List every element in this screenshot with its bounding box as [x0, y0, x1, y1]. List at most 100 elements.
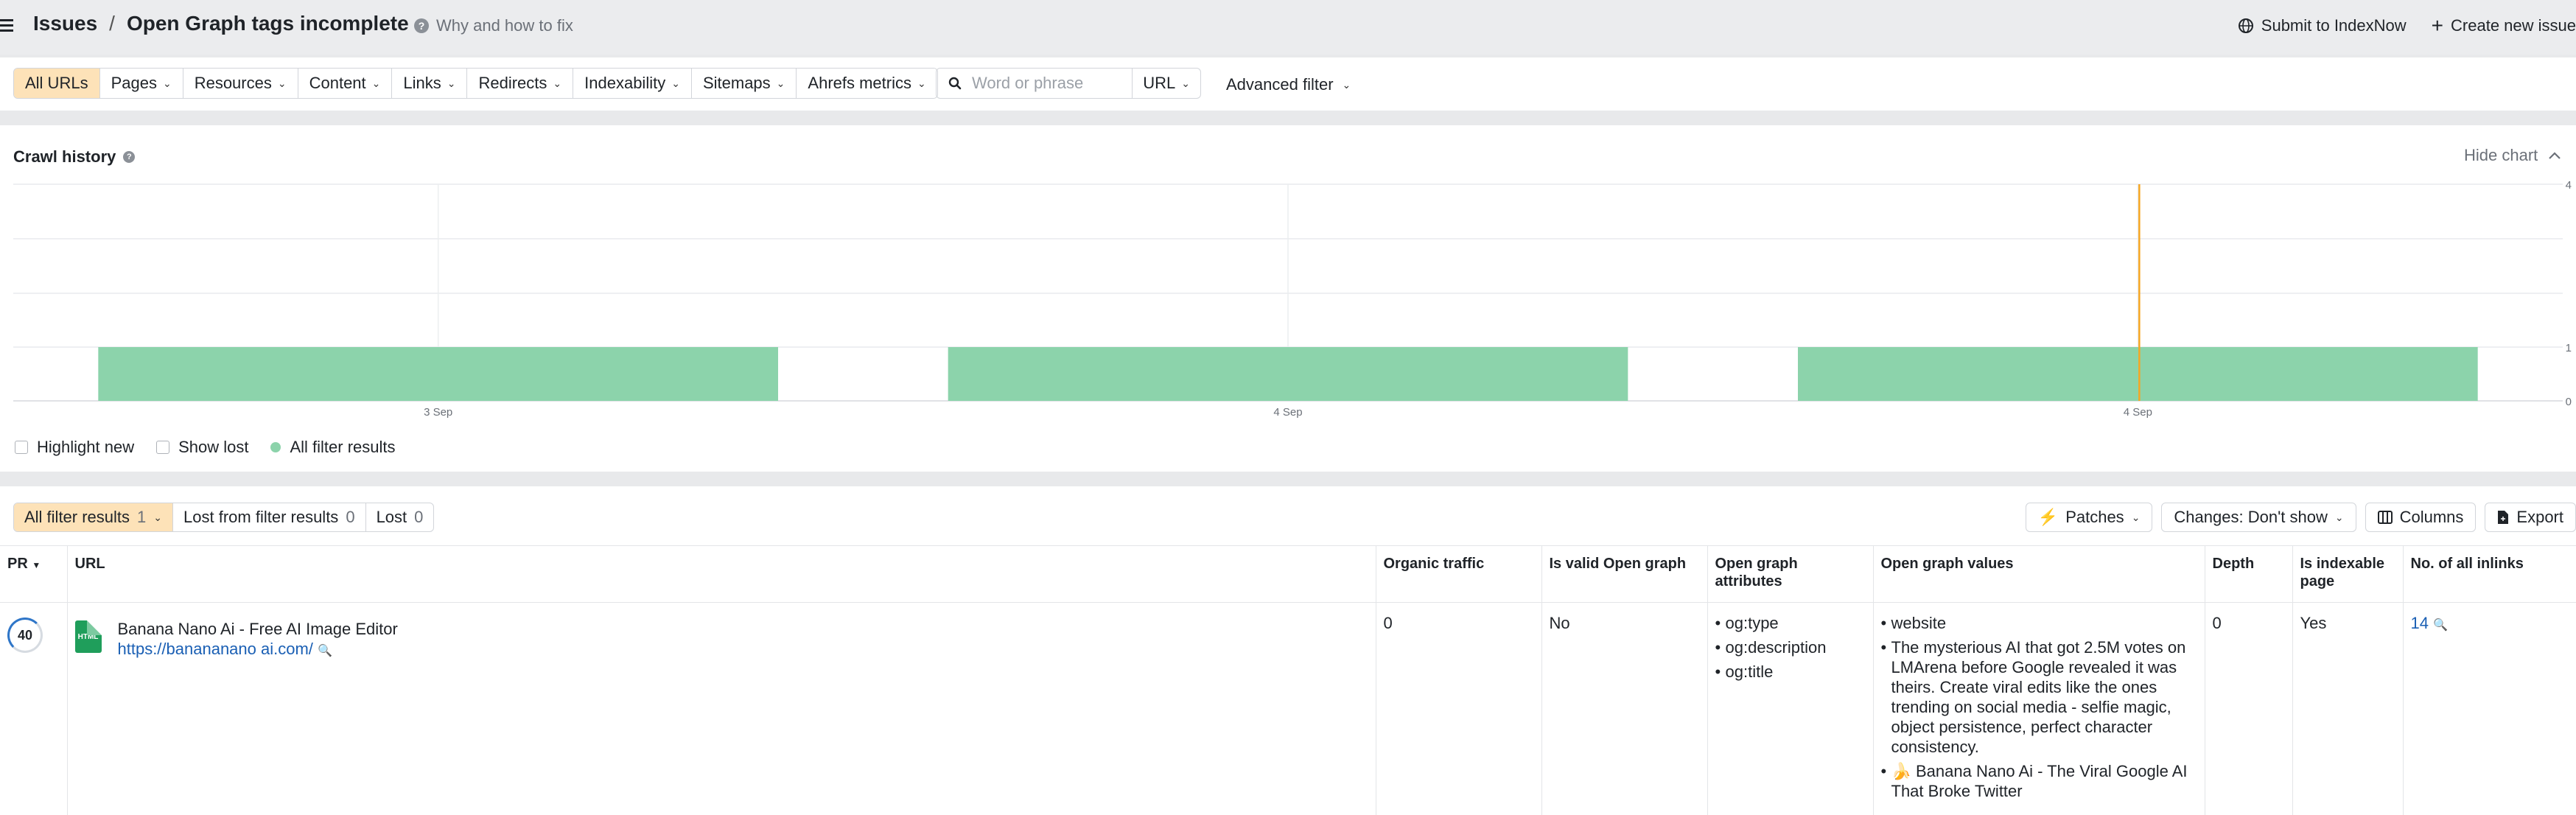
- show-lost-toggle[interactable]: Show lost: [156, 438, 248, 457]
- create-new-issue-button[interactable]: + Create new issue: [2431, 14, 2576, 37]
- columns-label: Columns: [2399, 508, 2464, 526]
- highlight-new-label: Highlight new: [37, 438, 135, 456]
- filter-content[interactable]: Content ⌄: [297, 69, 392, 98]
- filter-redirects[interactable]: Redirects ⌄: [466, 69, 573, 98]
- column-header-depth[interactable]: Depth: [2205, 545, 2293, 603]
- column-header-inlinks[interactable]: No. of all inlinks: [2403, 545, 2576, 603]
- filter-ahrefs-metrics[interactable]: Ahrefs metrics ⌄: [796, 69, 937, 98]
- patches-label: Patches: [2065, 508, 2124, 526]
- changes-label: Changes: Don't show: [2174, 508, 2328, 526]
- search-scope-select[interactable]: URL ⌄: [1133, 69, 1200, 98]
- show-lost-label: Show lost: [178, 438, 249, 456]
- url-cell: HTML Banana Nano Ai - Free AI Image Edit…: [67, 602, 1376, 815]
- filter-sitemaps[interactable]: Sitemaps ⌄: [690, 69, 797, 98]
- page-title-text: Banana Nano Ai - Free AI Image Editor: [117, 620, 398, 638]
- filter-all-urls[interactable]: All URLs: [14, 69, 99, 98]
- checkbox[interactable]: [15, 441, 28, 454]
- why-and-how-label: Why and how to fix: [436, 16, 573, 35]
- filter-label: Ahrefs metrics: [808, 74, 911, 92]
- results-table: PR ▼ URL Organic traffic Is valid Open g…: [0, 545, 2576, 815]
- x-tick-label: 3 Sep: [424, 406, 452, 419]
- crawl-history-panel: Crawl history ? Hide chart 3 Sep 4 Sep 4 S…: [0, 125, 2576, 472]
- plus-icon: +: [2431, 14, 2444, 37]
- legend-all-filter-results[interactable]: All filter results: [270, 438, 396, 457]
- list-item: 🍌 Banana Nano Ai - The Viral Google AI T…: [1881, 761, 2197, 801]
- highlight-new-toggle[interactable]: Highlight new: [15, 438, 134, 457]
- list-item: og:description: [1715, 637, 1866, 657]
- chart-bar[interactable]: [948, 347, 1628, 401]
- checkbox[interactable]: [156, 441, 170, 454]
- pr-cell: 40: [0, 602, 68, 815]
- y-tick-label: 0: [2566, 396, 2572, 408]
- filter-label: Links: [403, 74, 441, 92]
- column-header-is-valid-og[interactable]: Is valid Open graph: [1541, 545, 1708, 603]
- search-scope-label: URL: [1143, 74, 1176, 92]
- chevron-down-icon: ⌄: [1342, 78, 1351, 91]
- export-icon: [2498, 511, 2509, 524]
- inspect-icon[interactable]: 🔍: [2433, 619, 2448, 632]
- help-icon[interactable]: ?: [123, 151, 136, 163]
- is-indexable-cell: Yes: [2292, 602, 2404, 815]
- pr-header-label: PR: [7, 556, 28, 572]
- page-url-link[interactable]: https://banananano ai.com/: [118, 640, 313, 658]
- hide-chart-label: Hide chart: [2464, 146, 2538, 164]
- chevron-up-icon: [2549, 152, 2561, 159]
- tab-lost-from-filter-results[interactable]: Lost from filter results 0: [172, 503, 365, 531]
- breadcrumb: Issues / Open Graph tags incomplete: [33, 12, 409, 35]
- create-new-issue-label: Create new issue: [2451, 16, 2576, 35]
- hide-chart-button[interactable]: Hide chart: [2464, 146, 2576, 165]
- search-input[interactable]: [972, 74, 1127, 93]
- filter-links[interactable]: Links ⌄: [391, 69, 467, 98]
- breadcrumb-issues[interactable]: Issues: [33, 12, 97, 35]
- filter-resources[interactable]: Resources ⌄: [182, 69, 298, 98]
- tab-label: All filter results: [24, 508, 130, 526]
- breadcrumb-separator: /: [109, 12, 115, 35]
- globe-icon: [2238, 18, 2253, 33]
- column-header-og-attributes[interactable]: Open graph attributes: [1707, 545, 1874, 603]
- table-header-row: PR ▼ URL Organic traffic Is valid Open g…: [0, 545, 2576, 603]
- chart-bar[interactable]: [98, 347, 779, 401]
- column-header-og-values[interactable]: Open graph values: [1873, 545, 2205, 603]
- x-tick-label: 4 Sep: [1273, 406, 1302, 419]
- page-title: Open Graph tags incomplete: [126, 12, 409, 35]
- chevron-down-icon: ⌄: [371, 77, 381, 89]
- lightning-icon: ⚡: [2037, 508, 2059, 526]
- advanced-filter-button[interactable]: Advanced filter ⌄: [1226, 75, 1351, 94]
- chevron-down-icon: ⌄: [917, 77, 926, 89]
- column-header-pr[interactable]: PR ▼: [0, 545, 68, 603]
- filter-label: All URLs: [25, 74, 88, 92]
- html-file-icon: HTML: [74, 620, 102, 653]
- why-and-how-link[interactable]: ? Why and how to fix: [414, 16, 573, 35]
- tab-count: 0: [414, 508, 424, 526]
- search-icon: [948, 77, 962, 90]
- changes-dropdown[interactable]: Changes: Don't show ⌄: [2161, 503, 2356, 532]
- list-item: og:title: [1715, 662, 1866, 682]
- chevron-down-icon: ⌄: [776, 77, 785, 89]
- tab-lost[interactable]: Lost 0: [365, 503, 434, 531]
- filter-pages[interactable]: Pages ⌄: [99, 69, 183, 98]
- columns-button[interactable]: Columns: [2365, 503, 2477, 532]
- chart-legend: Highlight new Show lost All filter resul…: [15, 438, 396, 457]
- help-icon: ?: [414, 18, 429, 33]
- menu-icon[interactable]: [0, 19, 15, 32]
- filter-label: Redirects: [478, 74, 547, 92]
- tab-all-filter-results[interactable]: All filter results 1 ⌄: [14, 503, 173, 531]
- column-header-organic-traffic[interactable]: Organic traffic: [1376, 545, 1542, 603]
- chevron-down-icon: ⌄: [2131, 511, 2141, 523]
- y-tick-label: 4: [2566, 179, 2572, 192]
- export-button[interactable]: Export: [2485, 503, 2576, 532]
- submit-indexnow-button[interactable]: Submit to IndexNow: [2238, 16, 2407, 35]
- filter-indexability[interactable]: Indexability ⌄: [573, 69, 691, 98]
- patches-button[interactable]: ⚡ Patches ⌄: [2025, 503, 2153, 532]
- chart-bar[interactable]: [1798, 347, 2478, 401]
- chevron-down-icon: ⌄: [447, 77, 456, 89]
- column-header-is-indexable[interactable]: Is indexable page: [2292, 545, 2404, 603]
- column-header-url[interactable]: URL: [67, 545, 1376, 603]
- sort-desc-icon: ▼: [32, 560, 41, 570]
- inlinks-link[interactable]: 14: [2411, 614, 2429, 632]
- organic-traffic-cell: 0: [1376, 602, 1542, 815]
- results-panel: All filter results 1 ⌄ Lost from filter res…: [0, 486, 2576, 815]
- tab-label: Lost: [376, 508, 407, 526]
- tab-count: 0: [346, 508, 355, 526]
- inspect-icon[interactable]: 🔍: [318, 645, 332, 657]
